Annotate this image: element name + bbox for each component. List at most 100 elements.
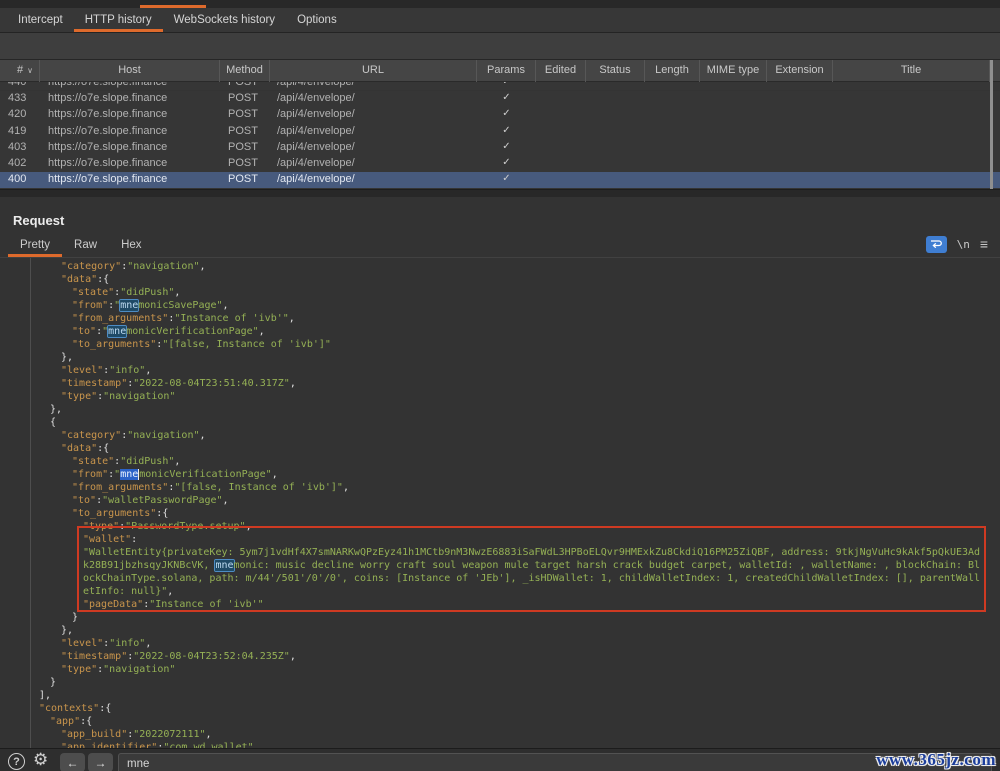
row-host: https://o7e.slope.finance bbox=[48, 157, 167, 169]
row-method: POST bbox=[228, 92, 258, 104]
code-line: "type":"PasswordType.setup", bbox=[8, 520, 994, 533]
proxy-tab-options[interactable]: Options bbox=[286, 8, 348, 32]
row-method: POST bbox=[228, 157, 258, 169]
column-header-title[interactable]: Title bbox=[833, 60, 990, 82]
history-table-header: #∨HostMethodURLParamsEditedStatusLengthM… bbox=[0, 60, 1000, 82]
code-line: "type":"navigation" bbox=[8, 390, 994, 403]
column-header--[interactable]: #∨ bbox=[0, 60, 40, 82]
next-match-button[interactable]: → bbox=[88, 753, 113, 771]
gear-icon[interactable]: ⚙ bbox=[33, 750, 48, 770]
code-line: } bbox=[8, 676, 994, 689]
column-header-edited[interactable]: Edited bbox=[536, 60, 586, 82]
column-header-params[interactable]: Params bbox=[477, 60, 536, 82]
request-panel: Request PrettyRawHex \n ≡ "category":"na… bbox=[0, 197, 1000, 771]
search-match: mne bbox=[120, 300, 138, 311]
row-host: https://o7e.slope.finance bbox=[48, 82, 167, 88]
params-check-icon: ✓ bbox=[477, 82, 536, 87]
request-tab-raw[interactable]: Raw bbox=[62, 235, 109, 256]
code-line: etInfo: null}", bbox=[8, 585, 994, 598]
table-scrollbar[interactable] bbox=[990, 60, 993, 189]
newline-icon[interactable]: \n bbox=[957, 238, 970, 251]
search-match: mne bbox=[215, 560, 233, 571]
http-history-rows: 440https://o7e.slope.financePOST/api/4/e… bbox=[0, 82, 1000, 188]
code-line: "contexts":{ bbox=[8, 702, 994, 715]
main-tab-strip bbox=[0, 0, 1000, 8]
row-url: /api/4/envelope/ bbox=[277, 173, 355, 185]
row-host: https://o7e.slope.finance bbox=[48, 125, 167, 137]
row-id: 403 bbox=[8, 141, 26, 153]
request-view-tabs: PrettyRawHex bbox=[8, 235, 154, 256]
code-line: "timestamp":"2022-08-04T23:51:40.317Z", bbox=[8, 377, 994, 390]
params-check-icon: ✓ bbox=[477, 157, 536, 168]
history-row[interactable]: 403https://o7e.slope.financePOST/api/4/e… bbox=[0, 139, 1000, 155]
request-toolbar: \n ≡ bbox=[926, 236, 988, 253]
request-tab-pretty[interactable]: Pretty bbox=[8, 235, 62, 256]
code-line: ockChainType.solana, path: m/44'/501'/0'… bbox=[8, 572, 994, 585]
code-line: "timestamp":"2022-08-04T23:52:04.235Z", bbox=[8, 650, 994, 663]
search-input[interactable] bbox=[118, 753, 992, 771]
request-tab-hex[interactable]: Hex bbox=[109, 235, 153, 256]
params-check-icon: ✓ bbox=[477, 141, 536, 152]
code-line: "to":"walletPasswordPage", bbox=[8, 494, 994, 507]
code-line: "to_arguments":{ bbox=[8, 507, 994, 520]
code-line: "state":"didPush", bbox=[8, 455, 994, 468]
row-host: https://o7e.slope.finance bbox=[48, 173, 167, 185]
proxy-tab-http-history[interactable]: HTTP history bbox=[74, 8, 163, 32]
code-line: "from_arguments":"Instance of 'ivb'", bbox=[8, 312, 994, 325]
code-line: "category":"navigation", bbox=[8, 429, 994, 442]
panel-splitter[interactable] bbox=[0, 189, 1000, 197]
column-header-extension[interactable]: Extension bbox=[767, 60, 833, 82]
code-line: { bbox=[8, 416, 994, 429]
row-url: /api/4/envelope/ bbox=[277, 157, 355, 169]
code-line: ], bbox=[8, 689, 994, 702]
row-id: 433 bbox=[8, 92, 26, 104]
column-header-method[interactable]: Method bbox=[220, 60, 270, 82]
row-method: POST bbox=[228, 108, 258, 120]
watermark: www.365jz.com bbox=[876, 750, 996, 770]
filter-bar[interactable]: Filter: Hiding out of scope items; hidin… bbox=[0, 33, 1000, 60]
code-line: "WalletEntity{privateKey: 5ym7j1vdHf4X7s… bbox=[8, 546, 994, 559]
column-header-status[interactable]: Status bbox=[586, 60, 645, 82]
row-id: 420 bbox=[8, 108, 26, 120]
code-line: "app_identifier":"com.wd.wallet", bbox=[8, 741, 994, 749]
history-row[interactable]: 400https://o7e.slope.financePOST/api/4/e… bbox=[0, 172, 1000, 188]
sort-down-icon: ∨ bbox=[27, 66, 33, 75]
history-row-clipped[interactable]: 440https://o7e.slope.financePOST/api/4/e… bbox=[0, 82, 1000, 91]
code-line: }, bbox=[8, 403, 994, 416]
code-line: "to":"mnemonicVerificationPage", bbox=[8, 325, 994, 338]
history-row[interactable]: 440https://o7e.slope.financePOST/api/4/e… bbox=[0, 82, 1000, 90]
row-url: /api/4/envelope/ bbox=[277, 92, 355, 104]
proxy-tab-intercept[interactable]: Intercept bbox=[7, 8, 74, 32]
row-url: /api/4/envelope/ bbox=[277, 141, 355, 153]
column-header-mime-type[interactable]: MIME type bbox=[700, 60, 767, 82]
params-check-icon: ✓ bbox=[477, 125, 536, 136]
column-header-length[interactable]: Length bbox=[645, 60, 700, 82]
code-line: "from":"mnemonicVerificationPage", bbox=[8, 468, 994, 481]
help-icon[interactable]: ? bbox=[8, 753, 25, 770]
column-header-url[interactable]: URL bbox=[270, 60, 477, 82]
row-id: 402 bbox=[8, 157, 26, 169]
code-line: } bbox=[8, 611, 994, 624]
history-row[interactable]: 419 https://o7e.slope.finance POST/api/4/e… bbox=[0, 123, 1000, 139]
burp-proxy-window: InterceptHTTP historyWebSockets historyO… bbox=[0, 0, 1000, 771]
editor-search-bar: ? ⚙ ← → bbox=[0, 748, 1000, 771]
row-method: POST bbox=[228, 125, 258, 137]
row-url: /api/4/envelope/ bbox=[277, 108, 355, 120]
menu-icon[interactable]: ≡ bbox=[980, 236, 988, 252]
wrap-arrow-glyph bbox=[930, 239, 942, 249]
current-search-match: mne bbox=[120, 469, 139, 480]
code-line: "to_arguments":"[false, Instance of 'ivb… bbox=[8, 338, 994, 351]
previous-match-button[interactable]: ← bbox=[60, 753, 85, 771]
code-line: }, bbox=[8, 351, 994, 364]
history-row[interactable]: 402 https://o7e.slope.finance POST/api/4/e… bbox=[0, 156, 1000, 172]
history-row[interactable]: 420https://o7e.slope.financePOST/api/4/e… bbox=[0, 107, 1000, 123]
row-url: /api/4/envelope/ bbox=[277, 125, 355, 137]
request-code-area[interactable]: "category":"navigation","data":{"state":… bbox=[8, 258, 994, 749]
code-line: }, bbox=[8, 624, 994, 637]
column-header-host[interactable]: Host bbox=[40, 60, 220, 82]
word-wrap-icon[interactable] bbox=[926, 236, 947, 253]
row-id: 419 bbox=[8, 125, 26, 137]
history-row[interactable]: 433https://o7e.slope.financePOST/api/4/e… bbox=[0, 91, 1000, 107]
row-host: https://o7e.slope.finance bbox=[48, 141, 167, 153]
proxy-tab-websockets-history[interactable]: WebSockets history bbox=[163, 8, 286, 32]
